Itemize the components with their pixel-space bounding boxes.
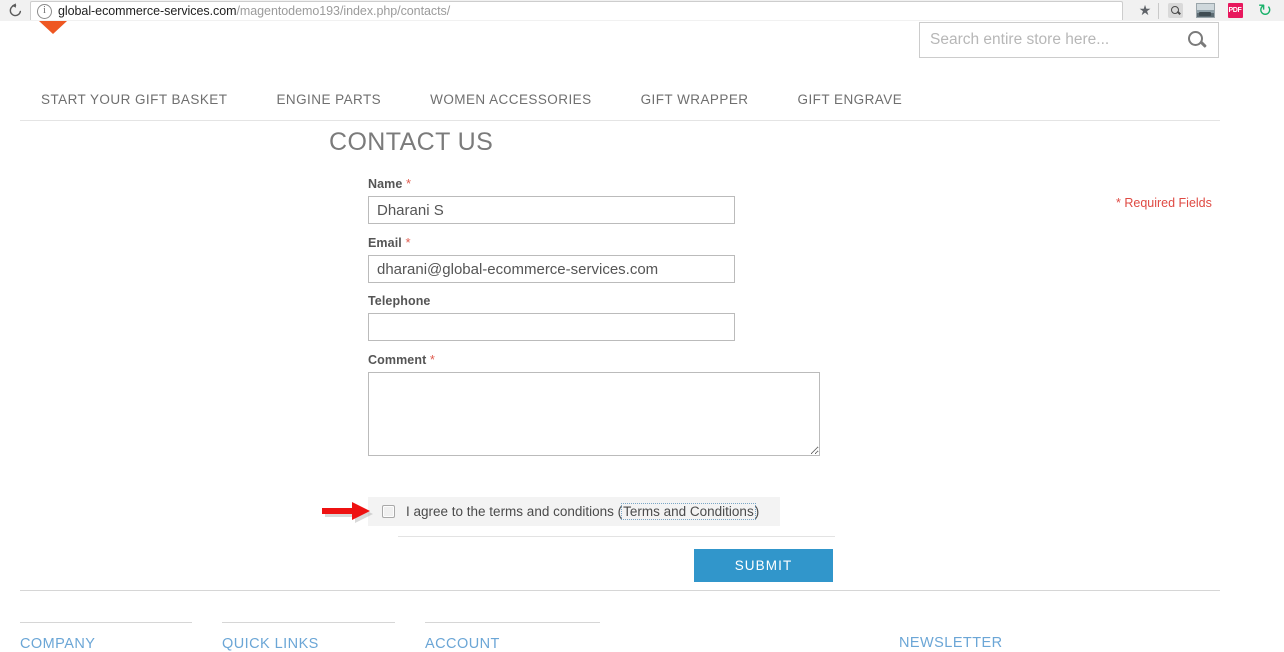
- search-button[interactable]: [1176, 23, 1218, 57]
- field-telephone: Telephone: [368, 294, 888, 341]
- form-divider: [398, 536, 835, 537]
- nav-item-start-your-gift-basket[interactable]: START YOUR GIFT BASKET: [41, 92, 227, 107]
- url-text: global-ecommerce-services.com/magentodem…: [58, 4, 450, 18]
- pdf-extension-icon[interactable]: PDF: [1220, 0, 1250, 21]
- nav-item-women-accessories[interactable]: WOMEN ACCESSORIES: [430, 92, 591, 107]
- pdf-extension-label: PDF: [1227, 3, 1243, 18]
- extension-toolbar: PDF ↻: [1157, 0, 1284, 21]
- field-email: Email *: [368, 235, 888, 283]
- terms-checkbox[interactable]: [382, 505, 395, 518]
- omnibox-actions: ★: [1125, 1, 1157, 21]
- terms-text-before: I agree to the terms and conditions (: [406, 504, 623, 519]
- email-label-text: Email: [368, 236, 402, 250]
- telephone-label: Telephone: [368, 294, 888, 308]
- comment-required-asterisk: *: [429, 352, 436, 367]
- footer-divider: [20, 590, 1220, 591]
- search-extension-icon[interactable]: [1160, 0, 1190, 21]
- nav-item-engine-parts[interactable]: ENGINE PARTS: [276, 92, 381, 107]
- footer-column-quick-links: QUICK LINKS: [222, 622, 395, 652]
- footer-heading-company[interactable]: COMPANY: [20, 636, 192, 652]
- footer-column-account: ACCOUNT: [425, 622, 600, 652]
- address-bar[interactable]: i global-ecommerce-services.com/magentod…: [30, 1, 1123, 20]
- page-content: START YOUR GIFT BASKET ENGINE PARTS WOME…: [0, 21, 1284, 652]
- toolbar-divider: [1158, 2, 1159, 19]
- name-input[interactable]: [368, 196, 735, 224]
- page-title: CONTACT US: [329, 128, 494, 156]
- field-name: Name *: [368, 176, 888, 224]
- footer-column-company: COMPANY: [20, 622, 192, 652]
- field-comment: Comment *: [368, 352, 888, 456]
- site-info-icon[interactable]: i: [37, 3, 52, 19]
- green-refresh-glyph: ↻: [1257, 0, 1273, 20]
- reload-icon[interactable]: [0, 1, 30, 21]
- footer-column-rule: [425, 622, 600, 623]
- email-input[interactable]: [368, 255, 735, 283]
- footer-heading-newsletter[interactable]: NEWSLETTER: [899, 635, 1099, 651]
- search-input[interactable]: [920, 23, 1176, 57]
- comment-label: Comment *: [368, 352, 888, 367]
- green-refresh-extension-icon[interactable]: ↻: [1250, 0, 1280, 21]
- logo-tip-icon: [39, 21, 67, 34]
- footer-heading-quick-links[interactable]: QUICK LINKS: [222, 636, 395, 652]
- nav-item-gift-engrave[interactable]: GIFT ENGRAVE: [798, 92, 903, 107]
- bookmark-star-icon[interactable]: ★: [1133, 2, 1157, 19]
- comment-label-text: Comment: [368, 353, 427, 367]
- name-required-asterisk: *: [406, 176, 412, 191]
- terms-text: I agree to the terms and conditions (Ter…: [406, 503, 760, 520]
- name-label: Name *: [368, 176, 888, 191]
- required-fields-note: * Required Fields: [1116, 196, 1212, 210]
- terms-agreement-row: I agree to the terms and conditions (Ter…: [368, 497, 780, 526]
- url-path: /magentodemo193/index.php/contacts/: [236, 4, 451, 18]
- telephone-label-text: Telephone: [368, 294, 431, 308]
- comment-textarea[interactable]: [368, 372, 820, 456]
- submit-button[interactable]: SUBMIT: [694, 549, 833, 582]
- footer-column-rule: [222, 622, 395, 623]
- telephone-input[interactable]: [368, 313, 735, 341]
- screenshot-extension-icon[interactable]: [1190, 0, 1220, 21]
- name-label-text: Name: [368, 177, 403, 191]
- search-icon: [1188, 31, 1206, 49]
- email-required-asterisk: *: [405, 235, 411, 250]
- main-navigation: START YOUR GIFT BASKET ENGINE PARTS WOME…: [20, 78, 1220, 121]
- email-label: Email *: [368, 235, 888, 250]
- footer-column-rule: [20, 622, 192, 623]
- browser-toolbar: i global-ecommerce-services.com/magentod…: [0, 0, 1284, 22]
- footer-column-newsletter: NEWSLETTER: [899, 635, 1099, 651]
- store-search[interactable]: [919, 22, 1219, 58]
- footer-heading-account[interactable]: ACCOUNT: [425, 636, 600, 652]
- url-domain: global-ecommerce-services.com: [58, 4, 237, 18]
- terms-and-conditions-link[interactable]: Terms and Conditions: [621, 503, 756, 520]
- terms-text-after: ): [754, 504, 760, 519]
- nav-item-gift-wrapper[interactable]: GIFT WRAPPER: [641, 92, 749, 107]
- contact-form: Name * Email * Telephone Comment *: [368, 176, 888, 467]
